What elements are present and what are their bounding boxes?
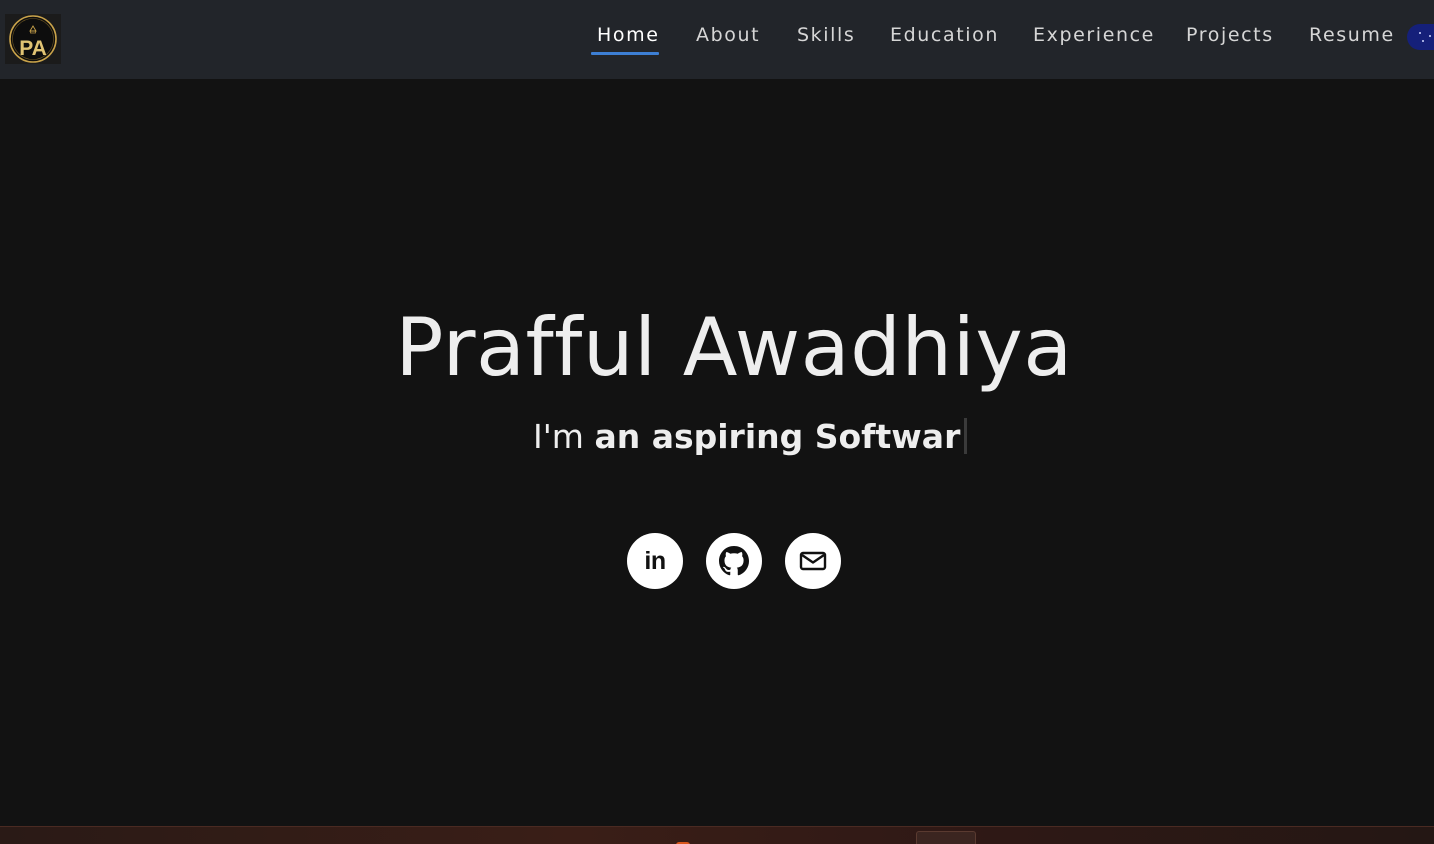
linkedin-icon: in bbox=[644, 546, 666, 575]
logo-text: PA bbox=[19, 37, 47, 60]
nav-link-resume[interactable]: Resume bbox=[1309, 23, 1395, 47]
navbar: PA Home About Skills Education Experienc… bbox=[0, 0, 1434, 79]
star-dot bbox=[1422, 40, 1424, 42]
tagline-typed-text: an aspiring Softwar bbox=[594, 417, 961, 456]
github-icon bbox=[719, 546, 749, 576]
nav-link-skills[interactable]: Skills bbox=[797, 23, 855, 47]
typing-cursor bbox=[964, 418, 968, 454]
pa-monogram-logo-icon: PA bbox=[5, 14, 61, 64]
nav-link-home[interactable]: Home bbox=[597, 23, 660, 47]
star-dot bbox=[1419, 32, 1421, 34]
active-nav-underline bbox=[591, 52, 659, 55]
taskbar-app-button[interactable] bbox=[916, 831, 976, 844]
nav-link-projects[interactable]: Projects bbox=[1186, 23, 1274, 47]
linkedin-button[interactable]: in bbox=[627, 533, 683, 589]
nav-link-experience[interactable]: Experience bbox=[1033, 23, 1155, 47]
email-button[interactable] bbox=[785, 533, 841, 589]
tagline-prefix: I'm bbox=[533, 417, 595, 456]
star-dot bbox=[1429, 35, 1431, 37]
hero-name: Prafful Awadhiya bbox=[395, 301, 1073, 394]
site-logo[interactable]: PA bbox=[5, 14, 61, 64]
os-taskbar bbox=[0, 826, 1434, 844]
nav-link-education[interactable]: Education bbox=[890, 23, 999, 47]
nav-link-about[interactable]: About bbox=[696, 23, 760, 47]
mail-icon bbox=[799, 551, 827, 571]
hero-tagline: I'm an aspiring Softwar bbox=[533, 414, 968, 460]
night-mode-toggle-icon[interactable] bbox=[1407, 24, 1434, 50]
github-button[interactable] bbox=[706, 533, 762, 589]
